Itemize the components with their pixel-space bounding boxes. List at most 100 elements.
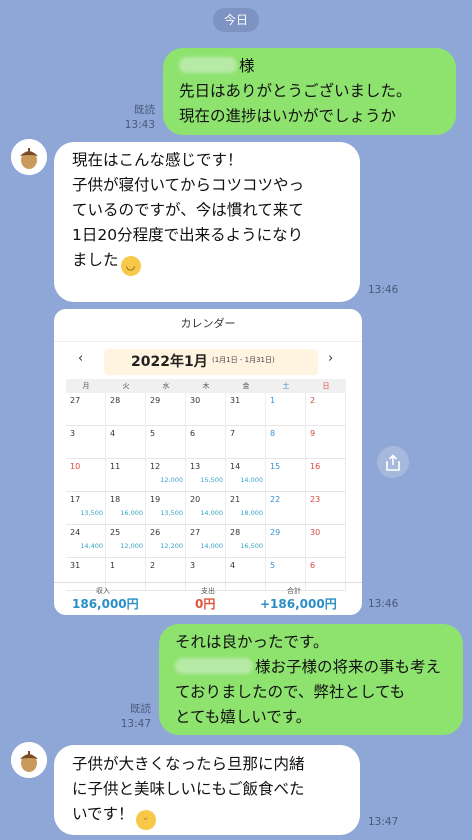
day-amount: 14,000 (200, 509, 223, 517)
calendar-week-row: 24 14,400 25 12,000 26 12,200 27 14,000 28 16,500… (66, 525, 346, 558)
calendar-day-cell: 4 (106, 426, 146, 458)
day-number: 29 (150, 396, 161, 405)
day-amount: 12,000 (160, 476, 183, 484)
day-number: 28 (110, 396, 121, 405)
calendar-week-row: 3 4 5 6 7 8 9 (66, 426, 346, 459)
calendar-day-cell: 7 (226, 426, 266, 458)
day-number: 3 (70, 429, 76, 438)
day-number: 14 (230, 462, 241, 471)
day-number: 10 (70, 462, 81, 471)
day-amount: 18,000 (240, 509, 263, 517)
next-month-icon: › (328, 351, 334, 366)
day-number: 5 (270, 561, 276, 570)
calendar-day-cell: 29 (266, 525, 306, 557)
day-number: 3 (190, 561, 196, 570)
day-number: 26 (150, 528, 161, 537)
calendar-day-cell: 12 12,000 (146, 459, 186, 491)
calendar-day-cell: 31 (226, 393, 266, 425)
day-number: 6 (190, 429, 196, 438)
calendar-header: カレンダー (54, 309, 362, 342)
day-number: 2 (150, 561, 156, 570)
weekday-label: 火 (122, 382, 130, 390)
calendar-day-cell: 14 14,000 (226, 459, 266, 491)
calendar-day-cell: 30 (306, 525, 346, 557)
sender-avatar[interactable] (11, 742, 47, 778)
timestamp-3: 13:46 (368, 598, 399, 610)
day-number: 12 (150, 462, 161, 471)
day-number: 13 (190, 462, 201, 471)
day-number: 31 (70, 561, 81, 570)
redacted-name (179, 57, 237, 73)
day-amount: 13,500 (80, 509, 103, 517)
day-number: 6 (310, 561, 316, 570)
day-number: 16 (310, 462, 321, 471)
calendar-day-cell: 21 18,000 (226, 492, 266, 524)
day-amount: 12,000 (120, 542, 143, 550)
weekday-label: 木 (202, 382, 210, 390)
day-number: 19 (150, 495, 161, 504)
calendar-day-cell: 3 (66, 426, 106, 458)
outgoing-message-1[interactable]: 様 先日はありがとうございました。 現在の進捗はいかがでしょうか (163, 48, 456, 135)
relieved-face-emoji-icon: ◡ (120, 256, 141, 276)
read-receipt-1: 既読 13:43 (124, 104, 155, 131)
day-number: 11 (110, 462, 121, 471)
day-number: 2 (310, 396, 316, 405)
day-number: 4 (110, 429, 116, 438)
day-amount: 12,200 (160, 542, 183, 550)
day-number: 15 (270, 462, 281, 471)
month-title: 2022年1月 (131, 354, 208, 370)
day-number: 23 (310, 495, 321, 504)
calendar-day-cell: 10 (66, 459, 106, 491)
day-number: 20 (190, 495, 201, 504)
calendar-screenshot-image[interactable]: カレンダー ‹ › 2022年1月 (1月1日 - 1月31日) 月 火 水 木 金 土 日… (54, 309, 362, 615)
calendar-day-cell: 19 13,500 (146, 492, 186, 524)
day-amount: 16,500 (240, 542, 263, 550)
weekday-label: 水 (162, 382, 170, 390)
calendar-day-cell: 30 (186, 393, 226, 425)
day-number: 22 (270, 495, 281, 504)
acorn-avatar-icon (11, 139, 47, 175)
incoming-message-2[interactable]: 子供が大きくなったら旦那に内緒 に子供と美味しいにもご飯食べた いです！ ᵕ (54, 745, 360, 835)
day-number: 28 (230, 528, 241, 537)
outgoing-message-2[interactable]: それは良かったです。 様お子様の将来の事も考え ておりましたので、弊社としても … (159, 624, 463, 735)
weekday-label: 日 (322, 382, 330, 390)
share-icon (386, 453, 400, 471)
day-number: 27 (70, 396, 81, 405)
month-range: (1月1日 - 1月31日) (212, 356, 275, 364)
incoming-message-1[interactable]: 現在はこんな感じです！ 子供が寝付いてからコツコツやっ ているのですが、今は慣れ… (54, 142, 360, 302)
redacted-name (175, 658, 253, 674)
summary-bar: 収入 186,000円 支出 0円 合計 +186,000円 (54, 582, 362, 615)
sender-avatar[interactable] (11, 139, 47, 175)
day-number: 17 (70, 495, 81, 504)
calendar-day-cell: 28 16,500 (226, 525, 266, 557)
timestamp-2: 13:46 (368, 284, 399, 296)
share-button[interactable] (377, 446, 409, 478)
income-value: 186,000円 (72, 597, 139, 611)
calendar-day-cell: 25 12,000 (106, 525, 146, 557)
expense-value: 0円 (195, 597, 216, 611)
calendar-day-cell: 16 (306, 459, 346, 491)
day-number: 30 (310, 528, 321, 537)
day-number: 24 (70, 528, 81, 537)
day-number: 4 (230, 561, 236, 570)
weekday-header: 月火水木金土日 (66, 379, 346, 393)
calendar-day-cell: 18 16,000 (106, 492, 146, 524)
calendar-day-cell: 9 (306, 426, 346, 458)
calendar-day-cell: 29 (146, 393, 186, 425)
calendar-day-cell: 6 (186, 426, 226, 458)
day-number: 1 (270, 396, 276, 405)
total-value: +186,000円 (260, 597, 337, 611)
day-number: 31 (230, 396, 241, 405)
calendar-day-cell: 28 (106, 393, 146, 425)
day-number: 1 (110, 561, 116, 570)
day-number: 21 (230, 495, 241, 504)
calendar-day-cell: 23 (306, 492, 346, 524)
day-amount: 13,500 (160, 509, 183, 517)
calendar-day-cell: 27 (66, 393, 106, 425)
day-amount: 16,000 (120, 509, 143, 517)
day-number: 9 (310, 429, 316, 438)
calendar-week-row: 27 28 29 30 31 1 2 (66, 393, 346, 426)
calendar-day-cell: 15 (266, 459, 306, 491)
day-amount: 14,000 (240, 476, 263, 484)
weekday-label: 金 (242, 382, 250, 390)
